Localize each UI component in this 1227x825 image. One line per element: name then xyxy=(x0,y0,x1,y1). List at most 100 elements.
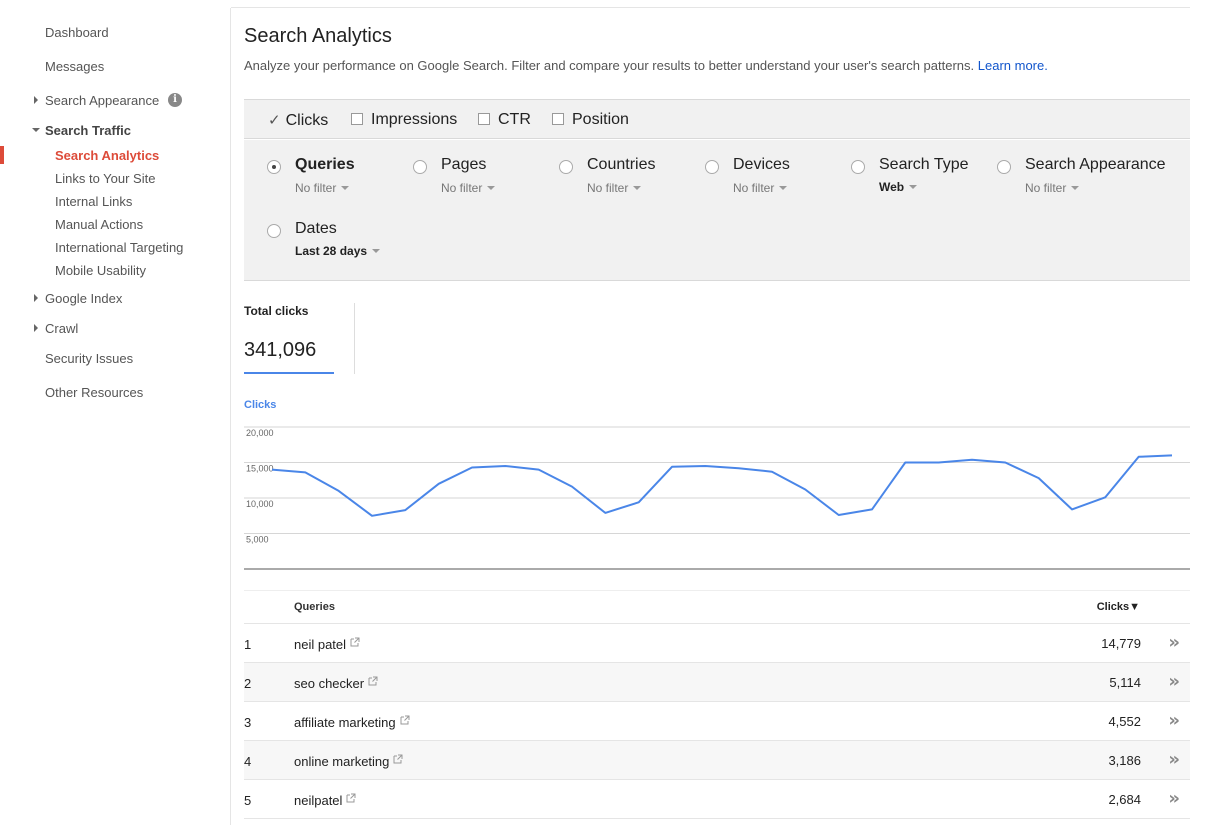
sidebar-item-messages[interactable]: Messages xyxy=(45,59,104,74)
data-point[interactable] xyxy=(399,504,411,516)
data-point[interactable] xyxy=(533,464,545,476)
checkmark-icon: ✓ xyxy=(268,111,281,129)
checkbox-icon[interactable] xyxy=(552,113,564,125)
external-link-icon[interactable] xyxy=(350,637,360,647)
sidebar-item-google-index[interactable]: Google Index xyxy=(45,291,122,306)
radio-selected-icon[interactable] xyxy=(267,160,281,174)
dropdown-caret-icon xyxy=(633,186,642,190)
double-chevron-right-icon[interactable]: » xyxy=(1168,749,1180,770)
row-query[interactable]: online marketing xyxy=(294,754,403,769)
filter-value[interactable]: Web xyxy=(879,180,918,194)
double-chevron-right-icon[interactable]: » xyxy=(1168,632,1180,653)
sidebar-item-internal-links[interactable]: Internal Links xyxy=(55,194,132,209)
checkbox-icon[interactable] xyxy=(351,113,363,125)
sidebar: Dashboard Messages Search Appearance i S… xyxy=(0,0,230,825)
expand-arrow-icon[interactable] xyxy=(34,294,38,302)
radio-icon[interactable] xyxy=(851,160,865,174)
data-point[interactable] xyxy=(333,485,345,497)
sidebar-item-search-analytics[interactable]: Search Analytics xyxy=(55,148,159,163)
data-point[interactable] xyxy=(999,457,1011,469)
table-row[interactable]: 5 neilpatel 2,684 » xyxy=(244,780,1190,819)
data-point[interactable] xyxy=(599,507,611,519)
data-point[interactable] xyxy=(799,483,811,495)
data-point[interactable] xyxy=(633,496,645,508)
metric-impressions[interactable]: Impressions xyxy=(351,111,457,129)
data-point[interactable] xyxy=(666,461,678,473)
data-point[interactable] xyxy=(933,457,945,469)
sidebar-item-search-appearance[interactable]: Search Appearance xyxy=(45,93,159,108)
filter-value[interactable]: No filter xyxy=(1025,181,1080,195)
data-point[interactable] xyxy=(866,503,878,515)
data-point[interactable] xyxy=(433,478,445,490)
data-point[interactable] xyxy=(733,462,745,474)
data-point[interactable] xyxy=(1099,491,1111,503)
filter-value[interactable]: No filter xyxy=(587,181,642,195)
data-point[interactable] xyxy=(1166,449,1178,461)
radio-icon[interactable] xyxy=(559,160,573,174)
row-query[interactable]: neilpatel xyxy=(294,793,356,808)
filter-value[interactable]: No filter xyxy=(295,181,350,195)
sidebar-item-security-issues[interactable]: Security Issues xyxy=(45,351,133,366)
table-row[interactable]: 1 neil patel 14,779 » xyxy=(244,624,1190,663)
data-point[interactable] xyxy=(466,461,478,473)
external-link-icon[interactable] xyxy=(368,676,378,686)
sidebar-item-international-targeting[interactable]: International Targeting xyxy=(55,240,183,255)
data-point[interactable] xyxy=(1066,503,1078,515)
metric-label: Position xyxy=(572,111,629,128)
expand-arrow-icon[interactable] xyxy=(34,96,38,104)
data-point[interactable] xyxy=(1133,451,1145,463)
checkbox-icon[interactable] xyxy=(478,113,490,125)
row-rank: 1 xyxy=(244,637,252,652)
metric-ctr[interactable]: CTR xyxy=(478,111,531,129)
data-point[interactable] xyxy=(966,454,978,466)
row-query[interactable]: neil patel xyxy=(294,637,360,652)
info-icon[interactable]: i xyxy=(168,93,182,107)
external-link-icon[interactable] xyxy=(400,715,410,725)
filter-value[interactable]: Last 28 days xyxy=(295,244,381,258)
external-link-icon[interactable] xyxy=(346,793,356,803)
metric-clicks[interactable]: ✓ Clicks xyxy=(268,111,328,130)
description-text: Analyze your performance on Google Searc… xyxy=(244,58,975,73)
data-point[interactable] xyxy=(299,466,311,478)
data-point[interactable] xyxy=(1033,472,1045,484)
metric-position[interactable]: Position xyxy=(552,111,629,129)
filter-value[interactable]: No filter xyxy=(733,181,788,195)
learn-more-link[interactable]: Learn more. xyxy=(978,58,1048,73)
double-chevron-right-icon[interactable]: » xyxy=(1168,788,1180,809)
radio-icon[interactable] xyxy=(267,224,281,238)
data-point[interactable] xyxy=(499,460,511,472)
radio-icon[interactable] xyxy=(705,160,719,174)
data-point[interactable] xyxy=(899,457,911,469)
double-chevron-right-icon[interactable]: » xyxy=(1168,671,1180,692)
sidebar-item-manual-actions[interactable]: Manual Actions xyxy=(55,217,143,232)
expand-arrow-icon[interactable] xyxy=(34,324,38,332)
sidebar-item-links-to-your-site[interactable]: Links to Your Site xyxy=(55,171,155,186)
data-point[interactable] xyxy=(366,510,378,522)
collapse-arrow-icon[interactable] xyxy=(32,128,40,132)
sidebar-item-dashboard[interactable]: Dashboard xyxy=(45,25,109,40)
filter-value[interactable]: No filter xyxy=(441,181,496,195)
double-chevron-right-icon[interactable]: » xyxy=(1168,710,1180,731)
table-row[interactable]: 3 affiliate marketing 4,552 » xyxy=(244,702,1190,741)
column-header-clicks[interactable]: Clicks▼ xyxy=(1097,601,1140,613)
y-tick-label: 20,000 xyxy=(246,428,274,438)
data-point[interactable] xyxy=(833,509,845,521)
row-clicks: 5,114 xyxy=(1109,675,1141,690)
data-point[interactable] xyxy=(699,460,711,472)
data-point[interactable] xyxy=(566,481,578,493)
sidebar-item-crawl[interactable]: Crawl xyxy=(45,321,78,336)
sidebar-item-other-resources[interactable]: Other Resources xyxy=(45,385,143,400)
data-point[interactable] xyxy=(266,464,278,476)
external-link-icon[interactable] xyxy=(393,754,403,764)
table-row[interactable]: 4 online marketing 3,186 » xyxy=(244,741,1190,780)
column-header-queries[interactable]: Queries xyxy=(294,601,335,613)
table-row[interactable]: 2 seo checker 5,114 » xyxy=(244,663,1190,702)
row-query[interactable]: affiliate marketing xyxy=(294,715,410,730)
data-point[interactable] xyxy=(766,466,778,478)
sidebar-item-mobile-usability[interactable]: Mobile Usability xyxy=(55,263,146,278)
total-clicks-box[interactable]: Total clicks 341,096 xyxy=(244,303,334,374)
radio-icon[interactable] xyxy=(997,160,1011,174)
sidebar-item-search-traffic[interactable]: Search Traffic xyxy=(45,123,131,138)
radio-icon[interactable] xyxy=(413,160,427,174)
row-query[interactable]: seo checker xyxy=(294,676,378,691)
